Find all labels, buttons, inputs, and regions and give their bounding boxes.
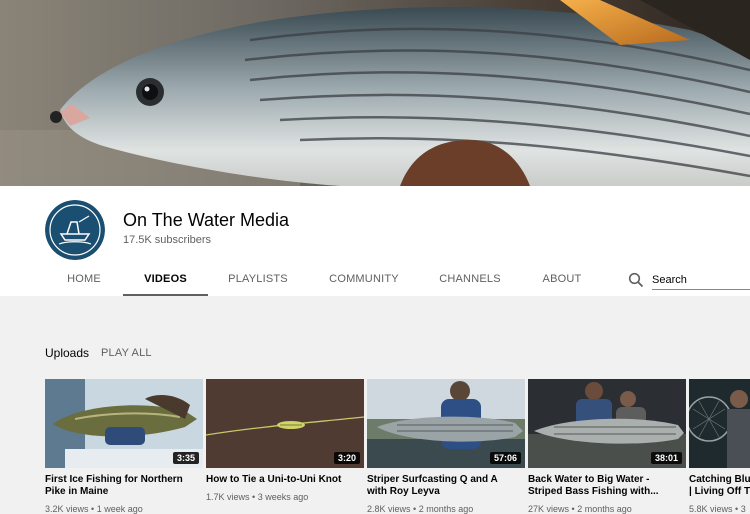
search-icon[interactable] xyxy=(628,272,644,288)
video-meta: 1.7K views • 3 weeks ago xyxy=(206,492,309,502)
play-all-button[interactable]: PLAY ALL xyxy=(101,347,152,359)
channel-search-input[interactable] xyxy=(652,271,750,290)
net-icon xyxy=(689,379,750,468)
video-meta: 27K views • 2 months ago xyxy=(528,504,632,514)
video-meta: 2.8K views • 2 months ago xyxy=(367,504,474,514)
video-thumbnail[interactable]: 3:20 xyxy=(206,379,364,468)
video-duration: 57:06 xyxy=(489,452,521,464)
video-thumbnail[interactable]: 38:01 xyxy=(528,379,686,468)
video-thumbnail[interactable]: 3:35 xyxy=(45,379,203,468)
tab-home[interactable]: HOME xyxy=(60,262,108,296)
channel-banner xyxy=(0,0,750,186)
video-title[interactable]: Striper Surfcasting Q and A with Roy Ley… xyxy=(367,474,525,498)
subscriber-count: 17.5K subscribers xyxy=(123,234,212,246)
tab-about[interactable]: ABOUT xyxy=(538,262,586,296)
video-card[interactable]: Catching Blue | Living Off Th 5.8K views… xyxy=(689,379,750,514)
video-thumbnail[interactable]: 57:06 xyxy=(367,379,525,468)
video-title[interactable]: Back Water to Big Water - Striped Bass F… xyxy=(528,474,686,498)
section-title: Uploads xyxy=(45,346,90,360)
channel-header: On The Water Media 17.5K subscribers HOM… xyxy=(0,186,750,296)
video-title[interactable]: How to Tie a Uni-to-Uni Knot xyxy=(206,474,364,486)
tab-videos[interactable]: VIDEOS xyxy=(123,262,208,296)
active-tab-indicator xyxy=(123,294,208,296)
video-meta: 5.8K views • 3 xyxy=(689,504,746,514)
video-title[interactable]: Catching Blue | Living Off Th xyxy=(689,474,750,498)
tab-playlists[interactable]: PLAYLISTS xyxy=(222,262,294,296)
video-title[interactable]: First Ice Fishing for Northern Pike in M… xyxy=(45,474,203,498)
video-duration: 38:01 xyxy=(650,452,682,464)
video-thumbnail[interactable] xyxy=(689,379,750,468)
video-duration: 3:20 xyxy=(333,452,360,464)
video-duration: 3:35 xyxy=(172,452,199,464)
channel-avatar[interactable] xyxy=(45,200,105,260)
tab-community[interactable]: COMMUNITY xyxy=(322,262,406,296)
tab-channels[interactable]: CHANNELS xyxy=(435,262,505,296)
channel-name: On The Water Media xyxy=(123,210,290,230)
video-meta: 3.2K views • 1 week ago xyxy=(45,504,143,514)
